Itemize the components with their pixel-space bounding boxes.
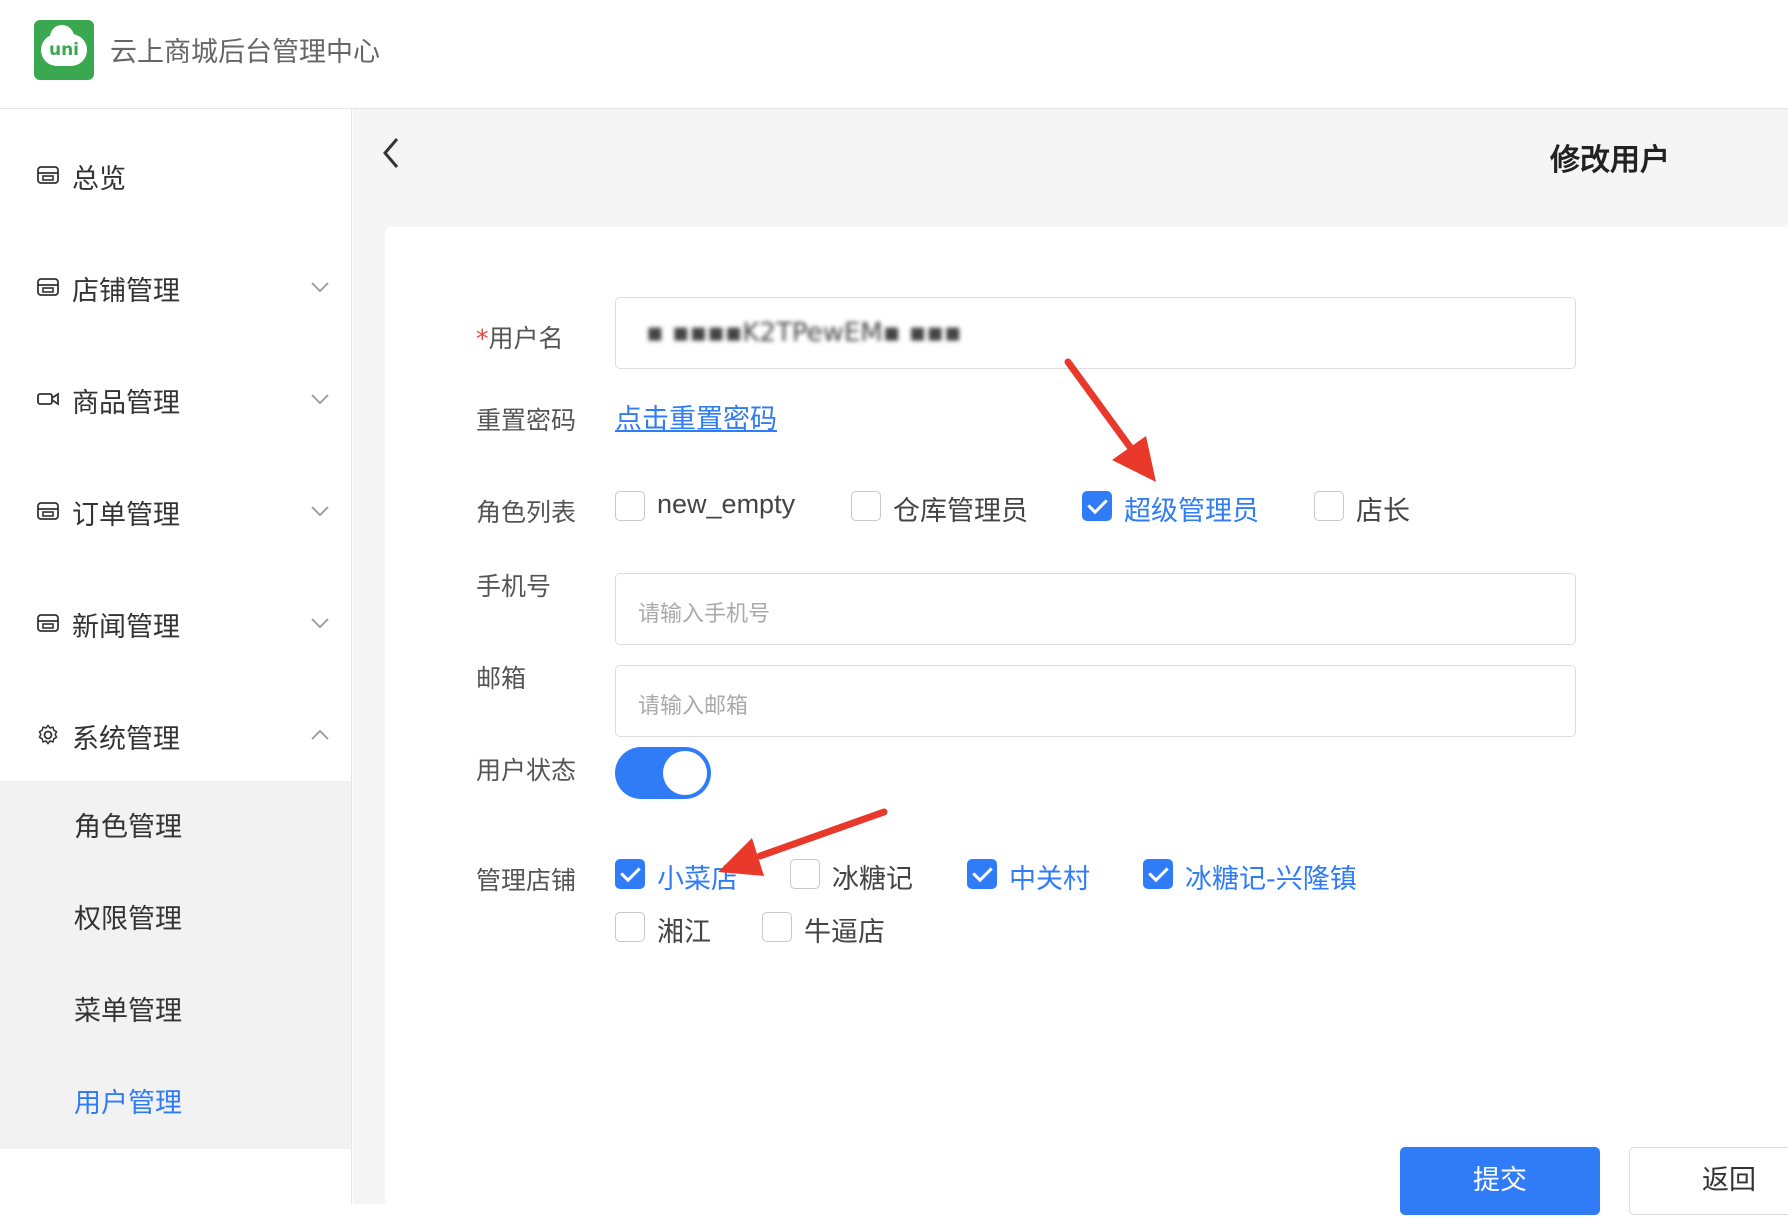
sidebar: 总览 店铺管理 商品管理 订单管理 新闻管理 系统管理 角色管理 权限管理 菜单…	[0, 109, 352, 1204]
store-icon	[37, 166, 59, 184]
sidebar-item-product-management[interactable]: 商品管理	[0, 369, 351, 429]
top-header: uni 云上商城后台管理中心	[0, 0, 1788, 109]
store-checkbox-xiaocaidian[interactable]	[615, 859, 645, 889]
back-arrow-icon[interactable]	[377, 133, 407, 173]
role-label: 超级管理员	[1124, 496, 1259, 527]
store-checkbox-zhongguancun[interactable]	[967, 859, 997, 889]
email-label: 邮箱	[476, 664, 527, 693]
sidebar-item-label: 系统管理	[72, 724, 180, 755]
store-label: 冰糖记	[832, 864, 913, 895]
sidebar-item-permission-management[interactable]: 权限管理	[74, 897, 182, 936]
role-checkbox-store-manager[interactable]	[1314, 491, 1344, 521]
sidebar-item-overview[interactable]: 总览	[0, 145, 351, 205]
system-submenu: 角色管理 权限管理 菜单管理 用户管理	[0, 781, 351, 1149]
sidebar-item-label: 商品管理	[72, 388, 180, 419]
main-content: 修改用户 *用户名 ▪ ▪▪▪▪K2TPewEM▪ ▪▪▪ 重置密码 点击重置密…	[353, 109, 1788, 1227]
store-checkbox-bingtangji[interactable]	[790, 859, 820, 889]
sidebar-item-user-management[interactable]: 用户管理	[74, 1081, 182, 1120]
phone-field[interactable]: 请输入手机号	[615, 573, 1576, 645]
store-checkbox-niubidian[interactable]	[762, 912, 792, 942]
store-label: 中关村	[1009, 864, 1090, 895]
toggle-knob	[663, 751, 707, 795]
edit-user-form: *用户名 ▪ ▪▪▪▪K2TPewEM▪ ▪▪▪ 重置密码 点击重置密码 角色列…	[385, 227, 1788, 1227]
stores-label: 管理店铺	[476, 866, 577, 895]
username-value: ▪ ▪▪▪▪K2TPewEM▪ ▪▪▪	[646, 318, 962, 348]
video-icon	[37, 392, 59, 406]
chevron-up-icon	[311, 729, 329, 740]
role-label: new_empty	[657, 489, 796, 519]
sidebar-item-role-management[interactable]: 角色管理	[74, 805, 182, 844]
chevron-down-icon	[311, 506, 329, 517]
phone-placeholder: 请输入手机号	[638, 602, 771, 627]
role-checkbox-super-admin[interactable]	[1082, 491, 1112, 521]
role-label: 仓库管理员	[893, 496, 1028, 527]
user-status-toggle[interactable]	[615, 747, 711, 799]
sidebar-item-label: 新闻管理	[72, 612, 180, 643]
app-title: 云上商城后台管理中心	[110, 37, 380, 68]
sidebar-item-menu-management[interactable]: 菜单管理	[74, 989, 182, 1028]
store-label: 冰糖记-兴隆镇	[1185, 864, 1357, 895]
username-field[interactable]: ▪ ▪▪▪▪K2TPewEM▪ ▪▪▪	[615, 297, 1576, 369]
chevron-down-icon	[311, 618, 329, 629]
logo-text: uni	[48, 40, 80, 60]
email-field[interactable]: 请输入邮箱	[615, 665, 1576, 737]
username-label: *用户名	[476, 324, 564, 353]
back-button[interactable]: 返回	[1629, 1147, 1788, 1215]
required-mark: *	[476, 324, 489, 353]
role-label: 店长	[1356, 496, 1410, 527]
store-label: 牛逼店	[804, 917, 885, 948]
sidebar-item-label: 订单管理	[72, 500, 180, 531]
store-icon	[37, 278, 59, 296]
app-logo[interactable]: uni	[34, 20, 94, 80]
sidebar-item-label: 总览	[72, 164, 126, 195]
role-checkbox-warehouse-admin[interactable]	[851, 491, 881, 521]
phone-label: 手机号	[476, 572, 552, 601]
store-label: 湘江	[657, 917, 711, 948]
store-icon	[37, 502, 59, 520]
sidebar-item-label: 店铺管理	[72, 276, 180, 307]
sidebar-item-store-management[interactable]: 店铺管理	[0, 257, 351, 317]
store-icon	[37, 614, 59, 632]
sidebar-item-news-management[interactable]: 新闻管理	[0, 593, 351, 653]
role-checkbox-new-empty[interactable]	[615, 491, 645, 521]
reset-password-label: 重置密码	[476, 406, 577, 435]
status-label: 用户状态	[476, 756, 577, 785]
sidebar-item-system-management[interactable]: 系统管理	[0, 705, 351, 765]
chevron-down-icon	[311, 282, 329, 293]
gear-icon	[38, 724, 58, 745]
roles-label: 角色列表	[476, 498, 577, 527]
store-checkbox-bingtangji-xinglong[interactable]	[1143, 859, 1173, 889]
reset-password-link[interactable]: 点击重置密码	[615, 397, 777, 436]
store-label: 小菜店	[657, 864, 738, 895]
page-title: 修改用户	[1550, 143, 1670, 178]
store-checkbox-xiangjiang[interactable]	[615, 912, 645, 942]
chevron-down-icon	[311, 394, 329, 405]
sidebar-item-order-management[interactable]: 订单管理	[0, 481, 351, 541]
email-placeholder: 请输入邮箱	[638, 694, 749, 719]
submit-button[interactable]: 提交	[1400, 1147, 1600, 1215]
